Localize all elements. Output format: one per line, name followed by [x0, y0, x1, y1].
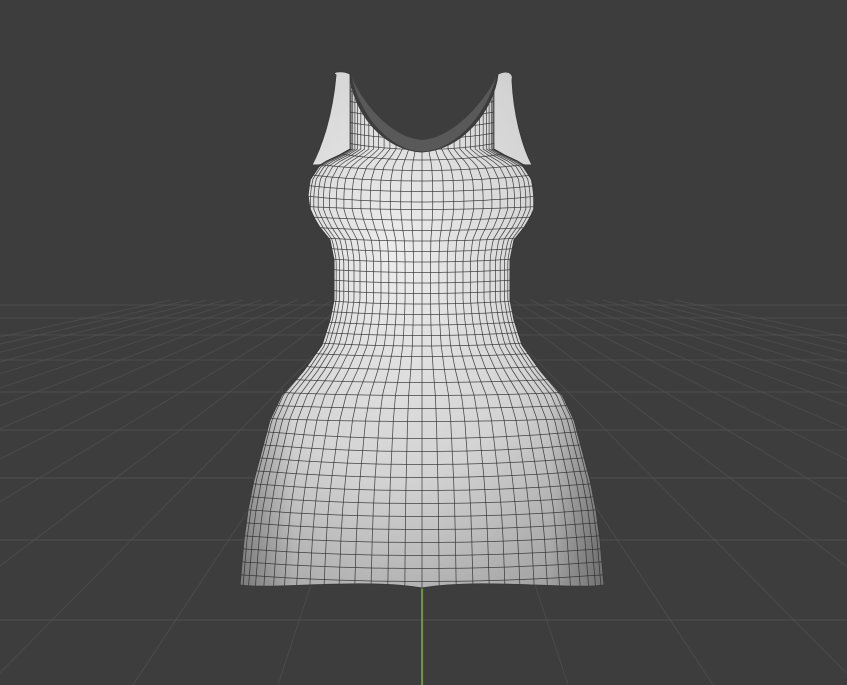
grid-line: [584, 299, 847, 389]
grid-line: [620, 299, 847, 363]
grid-line: [548, 299, 847, 430]
wire-edge: [349, 71, 495, 77]
wire-edge: [349, 101, 495, 108]
grid-line: [0, 299, 262, 389]
grid-line: [0, 299, 190, 345]
grid-line: [0, 299, 226, 363]
grid-line: [602, 299, 847, 375]
grid-line: [0, 299, 208, 353]
grid-line: [674, 299, 847, 338]
grid-line: [0, 299, 172, 338]
viewport-canvas[interactable]: [0, 0, 847, 685]
wire-edge: [349, 80, 495, 87]
dress-mesh[interactable]: [236, 65, 608, 599]
grid-line: [638, 299, 847, 354]
grid-line: [0, 299, 244, 375]
wire-edge: [349, 90, 495, 98]
grid-line: [656, 299, 847, 345]
3d-viewport[interactable]: [0, 0, 847, 685]
